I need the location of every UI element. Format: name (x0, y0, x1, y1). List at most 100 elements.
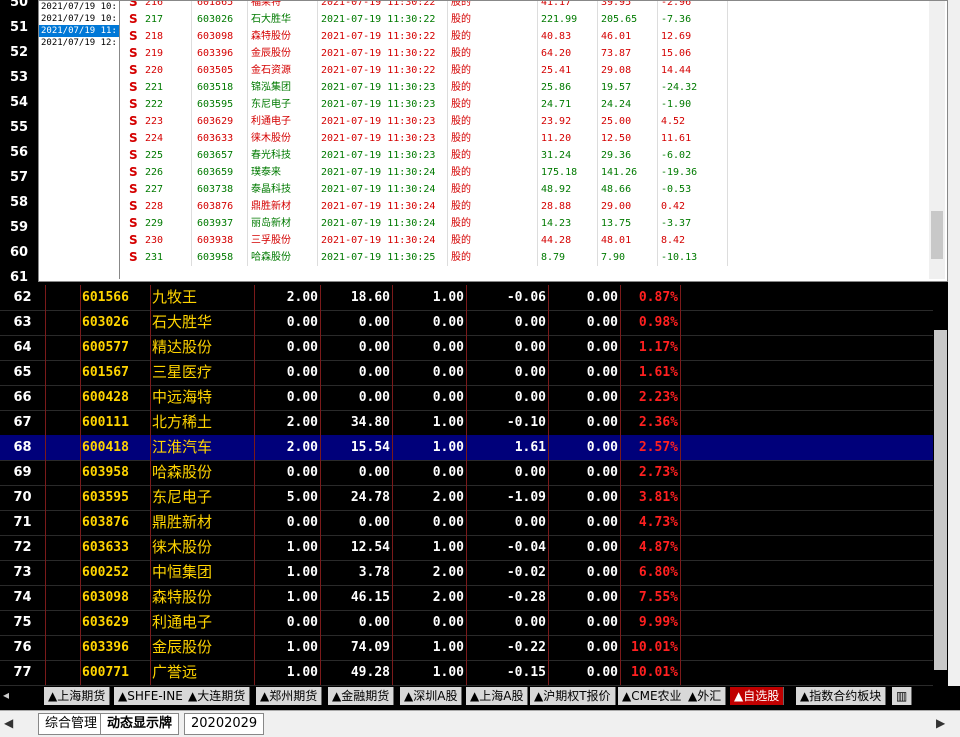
trade-code: 603026 (197, 14, 234, 25)
value-2: 0.00 (358, 365, 390, 380)
value-1: 1.00 (286, 565, 318, 580)
column-separator (657, 215, 658, 232)
market-tab[interactable]: ▲金融期货 (328, 687, 395, 705)
stock-code: 600771 (82, 665, 129, 680)
value-1: 0.00 (286, 390, 318, 405)
tab-scroll-left-icon[interactable]: ◂ (3, 688, 9, 702)
trade-side: S (129, 148, 138, 162)
trade-side: S (129, 63, 138, 77)
trade-row[interactable]: S 216 601865 福莱特 2021-07-19 11:30:22 股的 41.17 3… (121, 1, 927, 11)
trade-row[interactable]: S 224 603633 徕木股份 2021-07-19 11:30:23 股的 11.20… (121, 130, 927, 147)
column-separator (191, 215, 192, 232)
trade-time: 2021-07-19 11:30:24 (321, 184, 436, 195)
column-separator (537, 45, 538, 62)
value-5: 0.00 (586, 290, 618, 305)
column-separator (191, 79, 192, 96)
sheet-tab[interactable]: 20202029 (184, 713, 265, 735)
sheet-prev-icon[interactable]: ◀ (4, 716, 13, 730)
column-separator (537, 11, 538, 28)
trade-row[interactable]: S 225 603657 春光科技 2021-07-19 11:30:23 股的 31.24… (121, 147, 927, 164)
stock-name: 石大胜华 (152, 313, 213, 331)
trade-number: 229 (145, 218, 164, 229)
grid-scroll-thumb[interactable] (934, 330, 947, 670)
trade-row[interactable]: S 229 603937 丽岛新材 2021-07-19 11:30:24 股的 14.23… (121, 215, 927, 232)
value-3: 0.00 (432, 390, 464, 405)
trade-row[interactable]: S 217 603026 石大胜华 2021-07-19 11:30:22 股的 221.9… (121, 11, 927, 28)
column-separator (317, 198, 318, 215)
column-separator (447, 232, 448, 249)
trade-side: S (129, 97, 138, 111)
trade-time: 2021-07-19 11:30:23 (321, 116, 436, 127)
column-separator (247, 113, 248, 130)
stock-name: 哈森股份 (152, 463, 213, 481)
trade-row[interactable]: S 226 603659 璞泰来 2021-07-19 11:30:24 股的 175.18… (121, 164, 927, 181)
trade-row[interactable]: S 228 603876 鼎胜新材 2021-07-19 11:30:24 股的 28.88… (121, 198, 927, 215)
market-tab[interactable]: ▲外汇 (684, 687, 727, 705)
column-separator (727, 249, 728, 266)
market-tab[interactable]: ▲SHFE-INE (114, 687, 188, 705)
sheet-tab[interactable]: 综合管理 (38, 713, 105, 735)
trade-row[interactable]: S 221 603518 锦泓集团 2021-07-19 11:30:23 股的 25.86… (121, 79, 927, 96)
market-tab[interactable]: ▲深圳A股 (400, 687, 463, 705)
market-tab[interactable]: ▲自选股 (730, 687, 785, 705)
trade-price-2: 205.65 (601, 14, 638, 25)
trade-time: 2021-07-19 11:30:22 (321, 31, 436, 42)
column-separator (447, 164, 448, 181)
sheet-tab[interactable]: 动态显示牌 (100, 713, 180, 735)
market-tab[interactable]: ▲CME农业 (618, 687, 687, 705)
value-4: 0.00 (514, 365, 546, 380)
trade-time: 2021-07-19 11:30:23 (321, 99, 436, 110)
column-separator (247, 79, 248, 96)
trade-row[interactable]: S 222 603595 东尼电子 2021-07-19 11:30:23 股的 24.71… (121, 96, 927, 113)
sheet-next-icon[interactable]: ▶ (936, 716, 945, 730)
market-tab[interactable]: ▲上海A股 (466, 687, 529, 705)
market-tab[interactable]: ▲郑州期货 (256, 687, 323, 705)
popup-scroll-thumb[interactable] (931, 211, 943, 259)
trade-row[interactable]: S 230 603938 三孚股份 2021-07-19 11:30:24 股的 44.28… (121, 232, 927, 249)
trade-number: 218 (145, 31, 164, 42)
trade-name: 丽岛新材 (251, 218, 291, 229)
market-tab[interactable]: ▲上海期货 (44, 687, 111, 705)
trade-row[interactable]: S 227 603738 泰晶科技 2021-07-19 11:30:24 股的 48.92… (121, 181, 927, 198)
trade-row[interactable]: S 223 603629 利通电子 2021-07-19 11:30:23 股的 23.92… (121, 113, 927, 130)
popup-scrollbar[interactable] (929, 1, 945, 279)
grid-vertical-scrollbar[interactable] (933, 285, 948, 685)
column-separator (727, 79, 728, 96)
trade-change: -1.90 (661, 99, 692, 110)
date-item[interactable]: 2021/07/19 11: (39, 25, 119, 37)
date-item[interactable]: 2021/07/19 10: (39, 1, 119, 13)
tab-scroll-handle-icon[interactable]: ▥ (892, 687, 913, 705)
trade-row[interactable]: S 219 603396 金辰股份 2021-07-19 11:30:22 股的 64.20… (121, 45, 927, 62)
market-tab[interactable]: ▲沪期权T报价 (530, 687, 616, 705)
trade-code: 603396 (197, 48, 234, 59)
trade-price-1: 40.83 (541, 31, 572, 42)
date-list[interactable]: 2021/07/19 10: 2021/07/19 10: 2021/07/19 1… (39, 1, 120, 279)
column-separator (537, 62, 538, 79)
market-tab[interactable]: ▲大连期货 (184, 687, 251, 705)
date-item[interactable]: 2021/07/19 10: (39, 13, 119, 25)
grid-column-line (680, 285, 681, 685)
value-1: 0.00 (286, 515, 318, 530)
trade-list[interactable]: S 216 601865 福莱特 2021-07-19 11:30:22 股的 41.17 3… (121, 1, 927, 279)
trade-time: 2021-07-19 11:30:22 (321, 48, 436, 59)
grid-column-line (80, 285, 81, 685)
column-separator (247, 62, 248, 79)
trade-side: S (129, 199, 138, 213)
trade-code: 603659 (197, 167, 234, 178)
trade-row[interactable]: S 231 603958 哈森股份 2021-07-19 11:30:25 股的 8.79 7… (121, 249, 927, 266)
trade-row[interactable]: S 218 603098 森特股份 2021-07-19 11:30:22 股的 40.83… (121, 28, 927, 45)
trade-change: 4.52 (661, 116, 686, 127)
column-separator (447, 1, 448, 11)
stock-name: 森特股份 (152, 588, 213, 606)
column-separator (447, 62, 448, 79)
date-item[interactable]: 2021/07/19 12: (39, 37, 119, 49)
value-2: 0.00 (358, 465, 390, 480)
stock-code: 600577 (82, 340, 129, 355)
column-separator (247, 181, 248, 198)
trade-change: -10.13 (661, 252, 698, 263)
trade-row[interactable]: S 220 603505 金石资源 2021-07-19 11:30:22 股的 25.41… (121, 62, 927, 79)
column-separator (537, 1, 538, 11)
market-tab[interactable]: ▲指数合约板块 (796, 687, 887, 705)
row-index: 65 (13, 365, 32, 380)
row-number: 50 (9, 0, 29, 10)
